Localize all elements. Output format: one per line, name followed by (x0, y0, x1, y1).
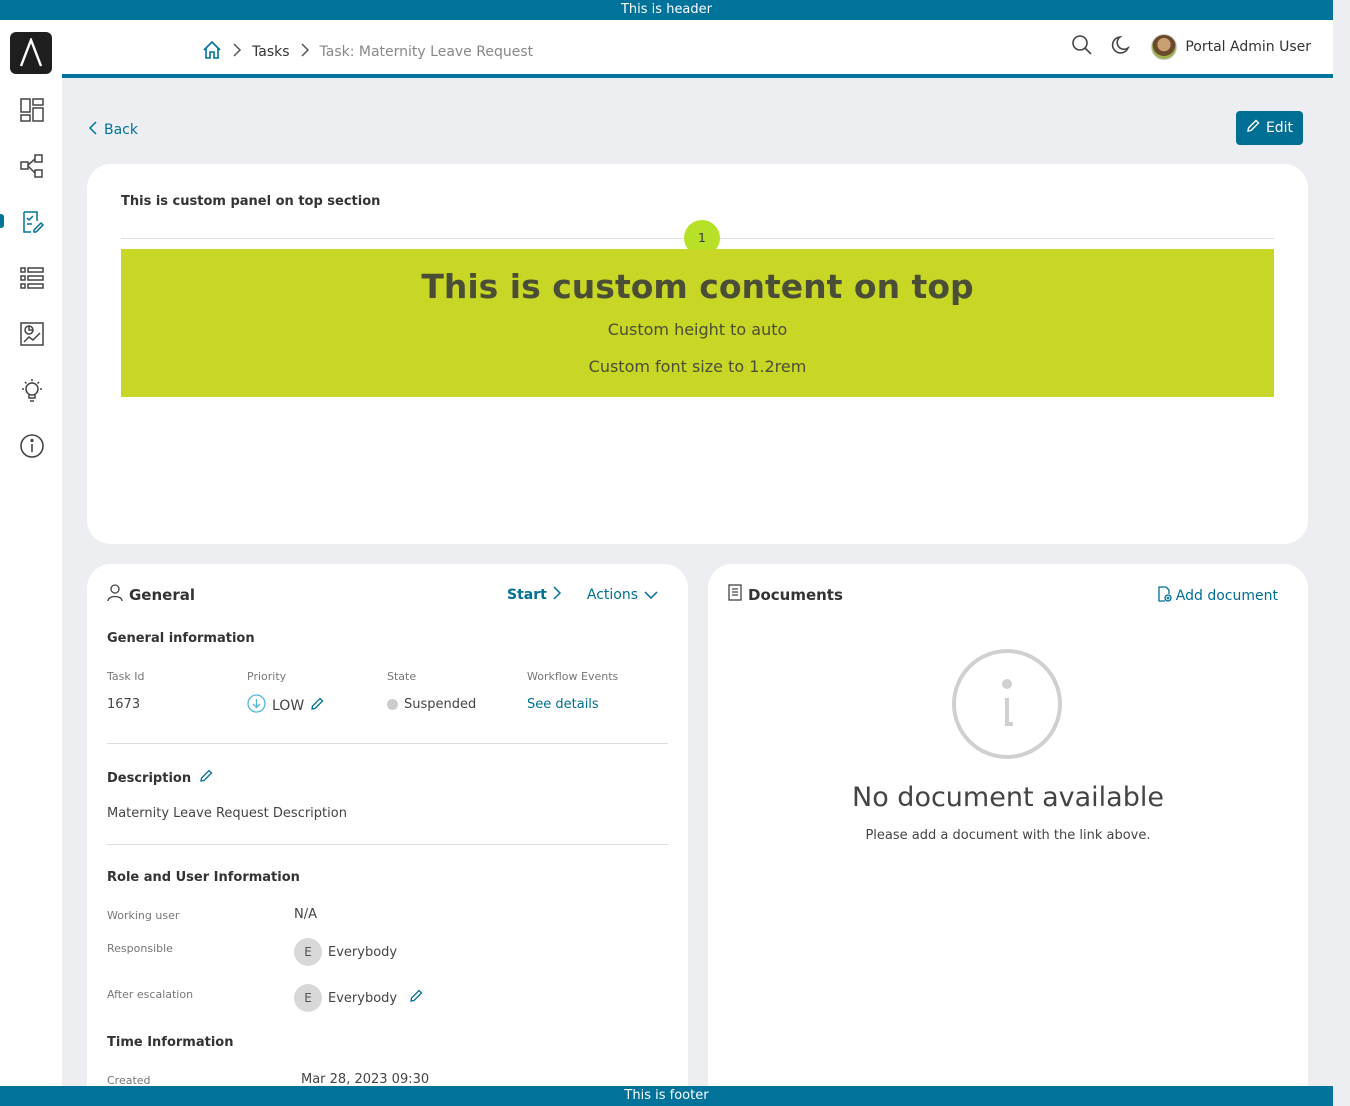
actions-dropdown[interactable]: Actions (587, 587, 658, 603)
search-icon[interactable] (1071, 34, 1093, 60)
back-link[interactable]: Back (88, 120, 138, 140)
custom-heading: This is custom content on top (421, 267, 974, 306)
general-title: General (129, 586, 195, 604)
responsible-name: Everybody (328, 944, 398, 960)
responsible-value: E Everybody (294, 938, 397, 966)
moon-icon[interactable] (1111, 34, 1133, 60)
documents-card: Documents Add document No document avail… (708, 564, 1308, 1106)
chevron-right-icon (232, 43, 242, 61)
statistics-icon[interactable] (18, 320, 46, 348)
chevron-right-icon (553, 586, 561, 604)
info-icon[interactable] (18, 432, 46, 460)
pencil-icon (1246, 119, 1260, 137)
chevron-left-icon (88, 120, 98, 140)
empty-subtitle: Please add a document with the link abov… (865, 828, 1151, 843)
back-label: Back (104, 122, 138, 138)
idea-icon[interactable] (18, 376, 46, 404)
priority-text: LOW (272, 697, 305, 714)
custom-line-2: Custom font size to 1.2rem (588, 357, 807, 376)
chevron-down-icon (644, 587, 658, 603)
priority-value: LOW (247, 694, 324, 717)
responsible-label: Responsible (107, 942, 173, 955)
add-document-button[interactable]: Add document (1157, 586, 1278, 606)
documents-header: Documents (728, 584, 843, 605)
general-header: General (107, 584, 195, 606)
topbar: Tasks Task: Maternity Leave Request Port… (62, 20, 1333, 78)
escalation-name: Everybody (328, 990, 398, 1006)
state-value: Suspended (387, 697, 476, 712)
custom-top-panel: This is custom panel on top section 1 Th… (87, 164, 1308, 544)
chevron-right-icon (300, 43, 310, 61)
breadcrumb: Tasks Task: Maternity Leave Request (202, 40, 533, 64)
see-details-link[interactable]: See details (527, 697, 599, 712)
process-icon[interactable] (18, 152, 46, 180)
working-user-value: N/A (294, 907, 317, 922)
header-banner: This is header (0, 0, 1333, 20)
state-label: State (387, 670, 417, 683)
active-indicator (0, 214, 4, 228)
general-card: General Start Actions General informatio… (87, 564, 688, 1106)
custom-content-box: This is custom content on top Custom hei… (121, 249, 1274, 397)
description-header: Description (107, 769, 213, 787)
escalation-value: E Everybody (294, 984, 423, 1012)
sidebar (0, 20, 62, 1086)
divider (107, 844, 668, 845)
logo[interactable] (10, 32, 52, 74)
description-value: Maternity Leave Request Description (107, 806, 347, 821)
priority-label: Priority (247, 670, 287, 683)
pencil-icon[interactable] (310, 697, 324, 715)
document-icon (728, 584, 742, 605)
general-info-title: General information (107, 631, 255, 646)
escalation-label: After escalation (107, 988, 194, 1001)
case-list-icon[interactable] (18, 264, 46, 292)
custom-line-1: Custom height to auto (607, 320, 788, 339)
pencil-icon[interactable] (409, 989, 423, 1007)
avatar (1151, 34, 1178, 60)
user-name: Portal Admin User (1185, 39, 1311, 55)
add-document-label: Add document (1175, 588, 1278, 604)
state-dot (387, 699, 398, 710)
breadcrumb-current: Task: Maternity Leave Request (319, 44, 534, 60)
task-id-value: 1673 (107, 697, 141, 712)
working-user-label: Working user (107, 909, 180, 922)
divider (107, 743, 668, 744)
start-button[interactable]: Start (507, 586, 561, 604)
empty-title: No document available (852, 782, 1164, 813)
priority-low-icon (247, 694, 266, 717)
workflow-label: Workflow Events (527, 670, 619, 683)
add-document-icon (1157, 586, 1172, 606)
edit-button[interactable]: Edit (1236, 111, 1303, 145)
breadcrumb-tasks[interactable]: Tasks (252, 44, 290, 60)
time-title: Time Information (107, 1035, 234, 1050)
role-title: Role and User Information (107, 870, 300, 885)
escalation-avatar: E (294, 984, 322, 1012)
task-id-label: Task Id (107, 670, 145, 683)
dashboard-icon[interactable] (18, 96, 46, 124)
start-label: Start (507, 587, 547, 603)
responsible-avatar: E (294, 938, 322, 966)
created-value: Mar 28, 2023 09:30 (301, 1072, 430, 1087)
user-icon (107, 584, 123, 606)
description-title: Description (107, 770, 192, 786)
edit-label: Edit (1265, 120, 1294, 136)
task-icon[interactable] (18, 208, 46, 236)
info-icon (951, 648, 1063, 760)
documents-title: Documents (748, 585, 843, 604)
panel-title: This is custom panel on top section (121, 194, 381, 209)
state-text: Suspended (404, 697, 477, 712)
pencil-icon[interactable] (199, 769, 213, 787)
user-menu[interactable]: Portal Admin User (1151, 34, 1311, 60)
home-icon[interactable] (202, 40, 222, 64)
actions-label: Actions (586, 587, 638, 603)
footer-banner: This is footer (0, 1086, 1333, 1106)
